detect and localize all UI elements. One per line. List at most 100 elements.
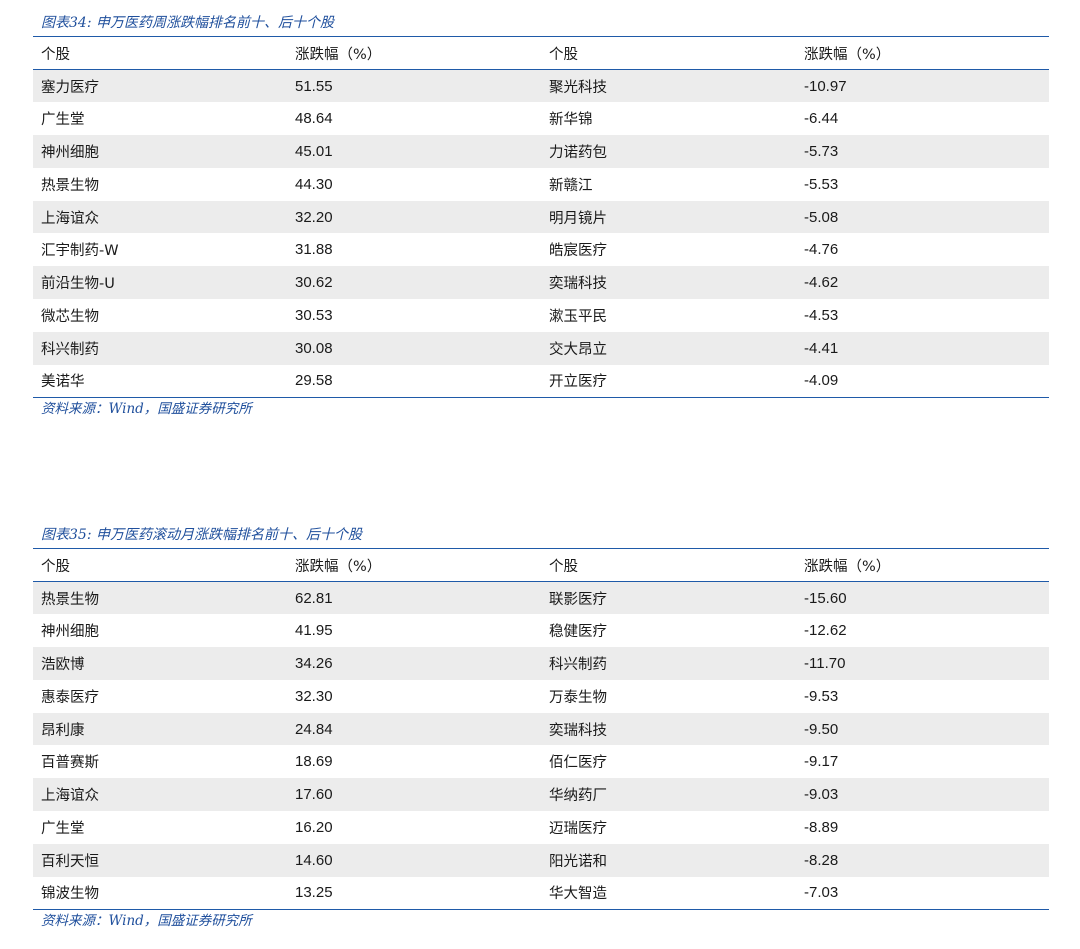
- change-value-cell: 14.60: [295, 851, 333, 869]
- change-value-cell: -4.62: [804, 274, 839, 292]
- change-value-cell: -12.62: [804, 622, 847, 640]
- stock-name-cell: 汇宇制药-W: [41, 243, 119, 260]
- change-value-cell: 30.53: [295, 306, 333, 324]
- stock-name-cell: 科兴制药: [41, 341, 99, 358]
- stock-name-cell: 漱玉平民: [549, 308, 607, 325]
- change-value-cell: 29.58: [295, 372, 333, 390]
- stock-name-cell: 万泰生物: [549, 689, 607, 706]
- change-value-cell: -5.53: [804, 175, 839, 193]
- change-value-cell: 44.30: [295, 175, 333, 193]
- table-row: 美诺华 29.58 开立医疗 -4.09: [33, 365, 1049, 398]
- table-row: 汇宇制药-W 31.88 皓宸医疗 -4.76: [33, 233, 1049, 266]
- change-value-cell: -9.53: [804, 687, 839, 705]
- table-row: 热景生物 62.81 联影医疗 -15.60: [33, 581, 1049, 615]
- table-row: 百普赛斯 18.69 佰仁医疗 -9.17: [33, 745, 1049, 778]
- change-value-cell: 30.08: [295, 339, 333, 357]
- stock-name-cell: 奕瑞科技: [549, 276, 607, 293]
- table-row: 惠泰医疗 32.30 万泰生物 -9.53: [33, 680, 1049, 713]
- stock-name-cell: 广生堂: [41, 112, 85, 129]
- change-value-cell: 34.26: [295, 654, 333, 672]
- change-value-cell: 13.25: [295, 884, 333, 902]
- stock-name-cell: 皓宸医疗: [549, 243, 607, 260]
- change-value-cell: -4.41: [804, 339, 839, 357]
- source-note: 资料来源：Wind，国盛证券研究所: [41, 400, 252, 417]
- table-row: 神州细胞 45.01 力诺药包 -5.73: [33, 135, 1049, 168]
- stock-name-cell: 华大智造: [549, 886, 607, 903]
- col-header-stock: 个股: [549, 46, 578, 63]
- stock-name-cell: 科兴制药: [549, 656, 607, 673]
- data-table: 个股 涨跌幅（%） 个股 涨跌幅（%） 热景生物 62.81 联影医疗 -15.60 神…: [33, 548, 1049, 910]
- stock-name-cell: 奕瑞科技: [549, 722, 607, 739]
- table-header-row: 个股 涨跌幅（%） 个股 涨跌幅（%）: [33, 36, 1049, 70]
- stock-name-cell: 稳健医疗: [549, 624, 607, 641]
- stock-name-cell: 上海谊众: [41, 210, 99, 227]
- change-value-cell: 51.55: [295, 77, 333, 95]
- change-value-cell: -9.03: [804, 786, 839, 804]
- stock-name-cell: 热景生物: [41, 177, 99, 194]
- change-value-cell: -5.73: [804, 142, 839, 160]
- change-value-cell: -9.50: [804, 720, 839, 738]
- stock-name-cell: 开立医疗: [549, 374, 607, 391]
- stock-name-cell: 锦波生物: [41, 886, 99, 903]
- stock-name-cell: 前沿生物-U: [41, 276, 115, 293]
- stock-name-cell: 昂利康: [41, 722, 85, 739]
- change-value-cell: -11.70: [804, 654, 846, 672]
- change-value-cell: -9.17: [804, 753, 839, 771]
- table-row: 塞力医疗 51.55 聚光科技 -10.97: [33, 69, 1049, 103]
- stock-name-cell: 美诺华: [41, 374, 85, 391]
- change-value-cell: 62.81: [295, 589, 333, 607]
- stock-name-cell: 神州细胞: [41, 624, 99, 641]
- table-row: 科兴制药 30.08 交大昂立 -4.41: [33, 331, 1049, 365]
- change-value-cell: 41.95: [295, 622, 333, 640]
- table-row: 神州细胞 41.95 稳健医疗 -12.62: [33, 614, 1049, 647]
- table-caption: 图表34: 申万医药周涨跌幅排名前十、后十个股: [41, 15, 334, 31]
- table-row: 广生堂 48.64 新华锦 -6.44: [33, 102, 1049, 135]
- change-value-cell: -4.53: [804, 306, 839, 324]
- source-note: 资料来源：Wind，国盛证券研究所: [41, 912, 252, 929]
- table-body: 塞力医疗 51.55 聚光科技 -10.97 广生堂 48.64 新华锦 -6.44 神州细胞 4…: [33, 69, 1049, 398]
- stock-name-cell: 塞力医疗: [41, 79, 99, 96]
- change-value-cell: -4.76: [804, 241, 839, 259]
- table-block-monthly: 图表35: 申万医药滚动月涨跌幅排名前十、后十个股 个股 涨跌幅（%） 个股 涨…: [33, 524, 1049, 932]
- data-table: 个股 涨跌幅（%） 个股 涨跌幅（%） 塞力医疗 51.55 聚光科技 -10.97 广…: [33, 36, 1049, 398]
- change-value-cell: 17.60: [295, 786, 333, 804]
- table-row: 锦波生物 13.25 华大智造 -7.03: [33, 877, 1049, 910]
- table-row: 微芯生物 30.53 漱玉平民 -4.53: [33, 299, 1049, 332]
- stock-name-cell: 上海谊众: [41, 788, 99, 805]
- stock-name-cell: 浩欧博: [41, 656, 85, 673]
- col-header-stock: 个股: [549, 558, 578, 575]
- table-row: 上海谊众 32.20 明月镜片 -5.08: [33, 200, 1049, 234]
- stock-name-cell: 百普赛斯: [41, 755, 99, 772]
- table-row: 前沿生物-U 30.62 奕瑞科技 -4.62: [33, 266, 1049, 300]
- table-header-row: 个股 涨跌幅（%） 个股 涨跌幅（%）: [33, 548, 1049, 582]
- change-value-cell: 48.64: [295, 110, 333, 128]
- stock-name-cell: 力诺药包: [549, 144, 607, 161]
- col-header-stock: 个股: [41, 46, 70, 63]
- change-value-cell: -4.09: [804, 372, 839, 390]
- stock-name-cell: 广生堂: [41, 820, 85, 837]
- col-header-change: 涨跌幅（%）: [295, 46, 382, 63]
- stock-name-cell: 华纳药厂: [549, 788, 607, 805]
- stock-name-cell: 百利天恒: [41, 853, 99, 870]
- stock-name-cell: 新华锦: [549, 112, 593, 129]
- change-value-cell: -10.97: [804, 77, 847, 95]
- change-value-cell: -7.03: [804, 884, 839, 902]
- change-value-cell: 32.20: [295, 208, 333, 226]
- table-caption: 图表35: 申万医药滚动月涨跌幅排名前十、后十个股: [41, 527, 362, 543]
- stock-name-cell: 交大昂立: [549, 341, 607, 358]
- table-block-weekly: 图表34: 申万医药周涨跌幅排名前十、后十个股 个股 涨跌幅（%） 个股 涨跌幅…: [33, 12, 1049, 420]
- stock-name-cell: 聚光科技: [549, 79, 607, 96]
- col-header-change: 涨跌幅（%）: [295, 558, 382, 575]
- table-body: 热景生物 62.81 联影医疗 -15.60 神州细胞 41.95 稳健医疗 -12.62 浩欧…: [33, 581, 1049, 910]
- change-value-cell: 32.30: [295, 687, 333, 705]
- change-value-cell: -5.08: [804, 208, 839, 226]
- change-value-cell: -6.44: [804, 110, 839, 128]
- stock-name-cell: 神州细胞: [41, 144, 99, 161]
- col-header-stock: 个股: [41, 558, 70, 575]
- table-row: 浩欧博 34.26 科兴制药 -11.70: [33, 647, 1049, 680]
- table-row: 百利天恒 14.60 阳光诺和 -8.28: [33, 843, 1049, 877]
- change-value-cell: -15.60: [804, 589, 847, 607]
- stock-name-cell: 佰仁医疗: [549, 755, 607, 772]
- table-row: 昂利康 24.84 奕瑞科技 -9.50: [33, 712, 1049, 746]
- change-value-cell: -8.89: [804, 818, 839, 836]
